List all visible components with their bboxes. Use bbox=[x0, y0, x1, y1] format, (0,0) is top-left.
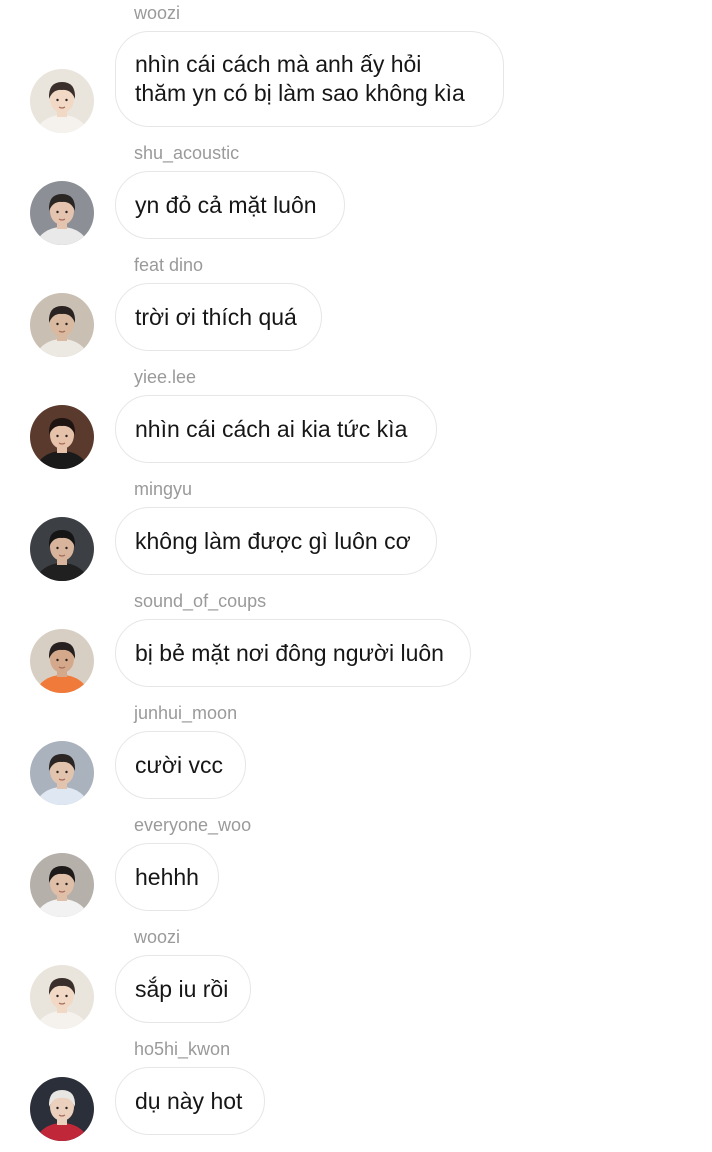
sender-name[interactable]: woozi bbox=[134, 926, 180, 948]
message-bubble[interactable]: cười vcc bbox=[115, 731, 246, 799]
message-bubble[interactable]: bị bẻ mặt nơi đông người luôn bbox=[115, 619, 471, 687]
sender-name[interactable]: sound_of_coups bbox=[134, 590, 266, 612]
sender-name[interactable]: woozi bbox=[134, 2, 180, 24]
avatar-woozi-icon bbox=[30, 69, 94, 133]
sender-name[interactable]: yiee.lee bbox=[134, 366, 196, 388]
avatar-yiee-lee-icon bbox=[30, 405, 94, 469]
sender-name[interactable]: everyone_woo bbox=[134, 814, 251, 836]
avatar-ho5hi-kwon-icon[interactable] bbox=[30, 1077, 94, 1141]
message-bubble[interactable]: sắp iu rồi bbox=[115, 955, 251, 1023]
avatar-shu-acoustic-icon[interactable] bbox=[30, 181, 94, 245]
sender-name[interactable]: feat dino bbox=[134, 254, 203, 276]
avatar-feat-dino-icon bbox=[30, 293, 94, 357]
avatar-woozi-icon[interactable] bbox=[30, 69, 94, 133]
sender-name[interactable]: ho5hi_kwon bbox=[134, 1038, 230, 1060]
chat-thread: woozi nhìn cái cách mà anh ấy hỏi thăm y… bbox=[0, 0, 712, 1152]
avatar-yiee-lee-icon[interactable] bbox=[30, 405, 94, 469]
avatar-woozi-icon bbox=[30, 965, 94, 1029]
avatar-mingyu-icon[interactable] bbox=[30, 517, 94, 581]
avatar-everyone-woo-icon[interactable] bbox=[30, 853, 94, 917]
avatar-woozi-icon[interactable] bbox=[30, 965, 94, 1029]
message-bubble[interactable]: nhìn cái cách ai kia tức kìa bbox=[115, 395, 437, 463]
message-bubble[interactable]: trời ơi thích quá bbox=[115, 283, 322, 351]
avatar-shu-acoustic-icon bbox=[30, 181, 94, 245]
avatar-mingyu-icon bbox=[30, 517, 94, 581]
message-bubble[interactable]: hehhh bbox=[115, 843, 219, 911]
avatar-everyone-woo-icon bbox=[30, 853, 94, 917]
message-bubble[interactable]: dụ này hot bbox=[115, 1067, 265, 1135]
avatar-feat-dino-icon[interactable] bbox=[30, 293, 94, 357]
message-bubble[interactable]: không làm được gì luôn cơ bbox=[115, 507, 437, 575]
avatar-junhui-moon-icon bbox=[30, 741, 94, 805]
message-bubble[interactable]: nhìn cái cách mà anh ấy hỏi thăm yn có b… bbox=[115, 31, 504, 127]
message-bubble[interactable]: yn đỏ cả mặt luôn bbox=[115, 171, 345, 239]
avatar-sound-of-coups-icon bbox=[30, 629, 94, 693]
avatar-ho5hi-kwon-icon bbox=[30, 1077, 94, 1141]
sender-name[interactable]: shu_acoustic bbox=[134, 142, 239, 164]
avatar-junhui-moon-icon[interactable] bbox=[30, 741, 94, 805]
sender-name[interactable]: mingyu bbox=[134, 478, 192, 500]
sender-name[interactable]: junhui_moon bbox=[134, 702, 237, 724]
avatar-sound-of-coups-icon[interactable] bbox=[30, 629, 94, 693]
